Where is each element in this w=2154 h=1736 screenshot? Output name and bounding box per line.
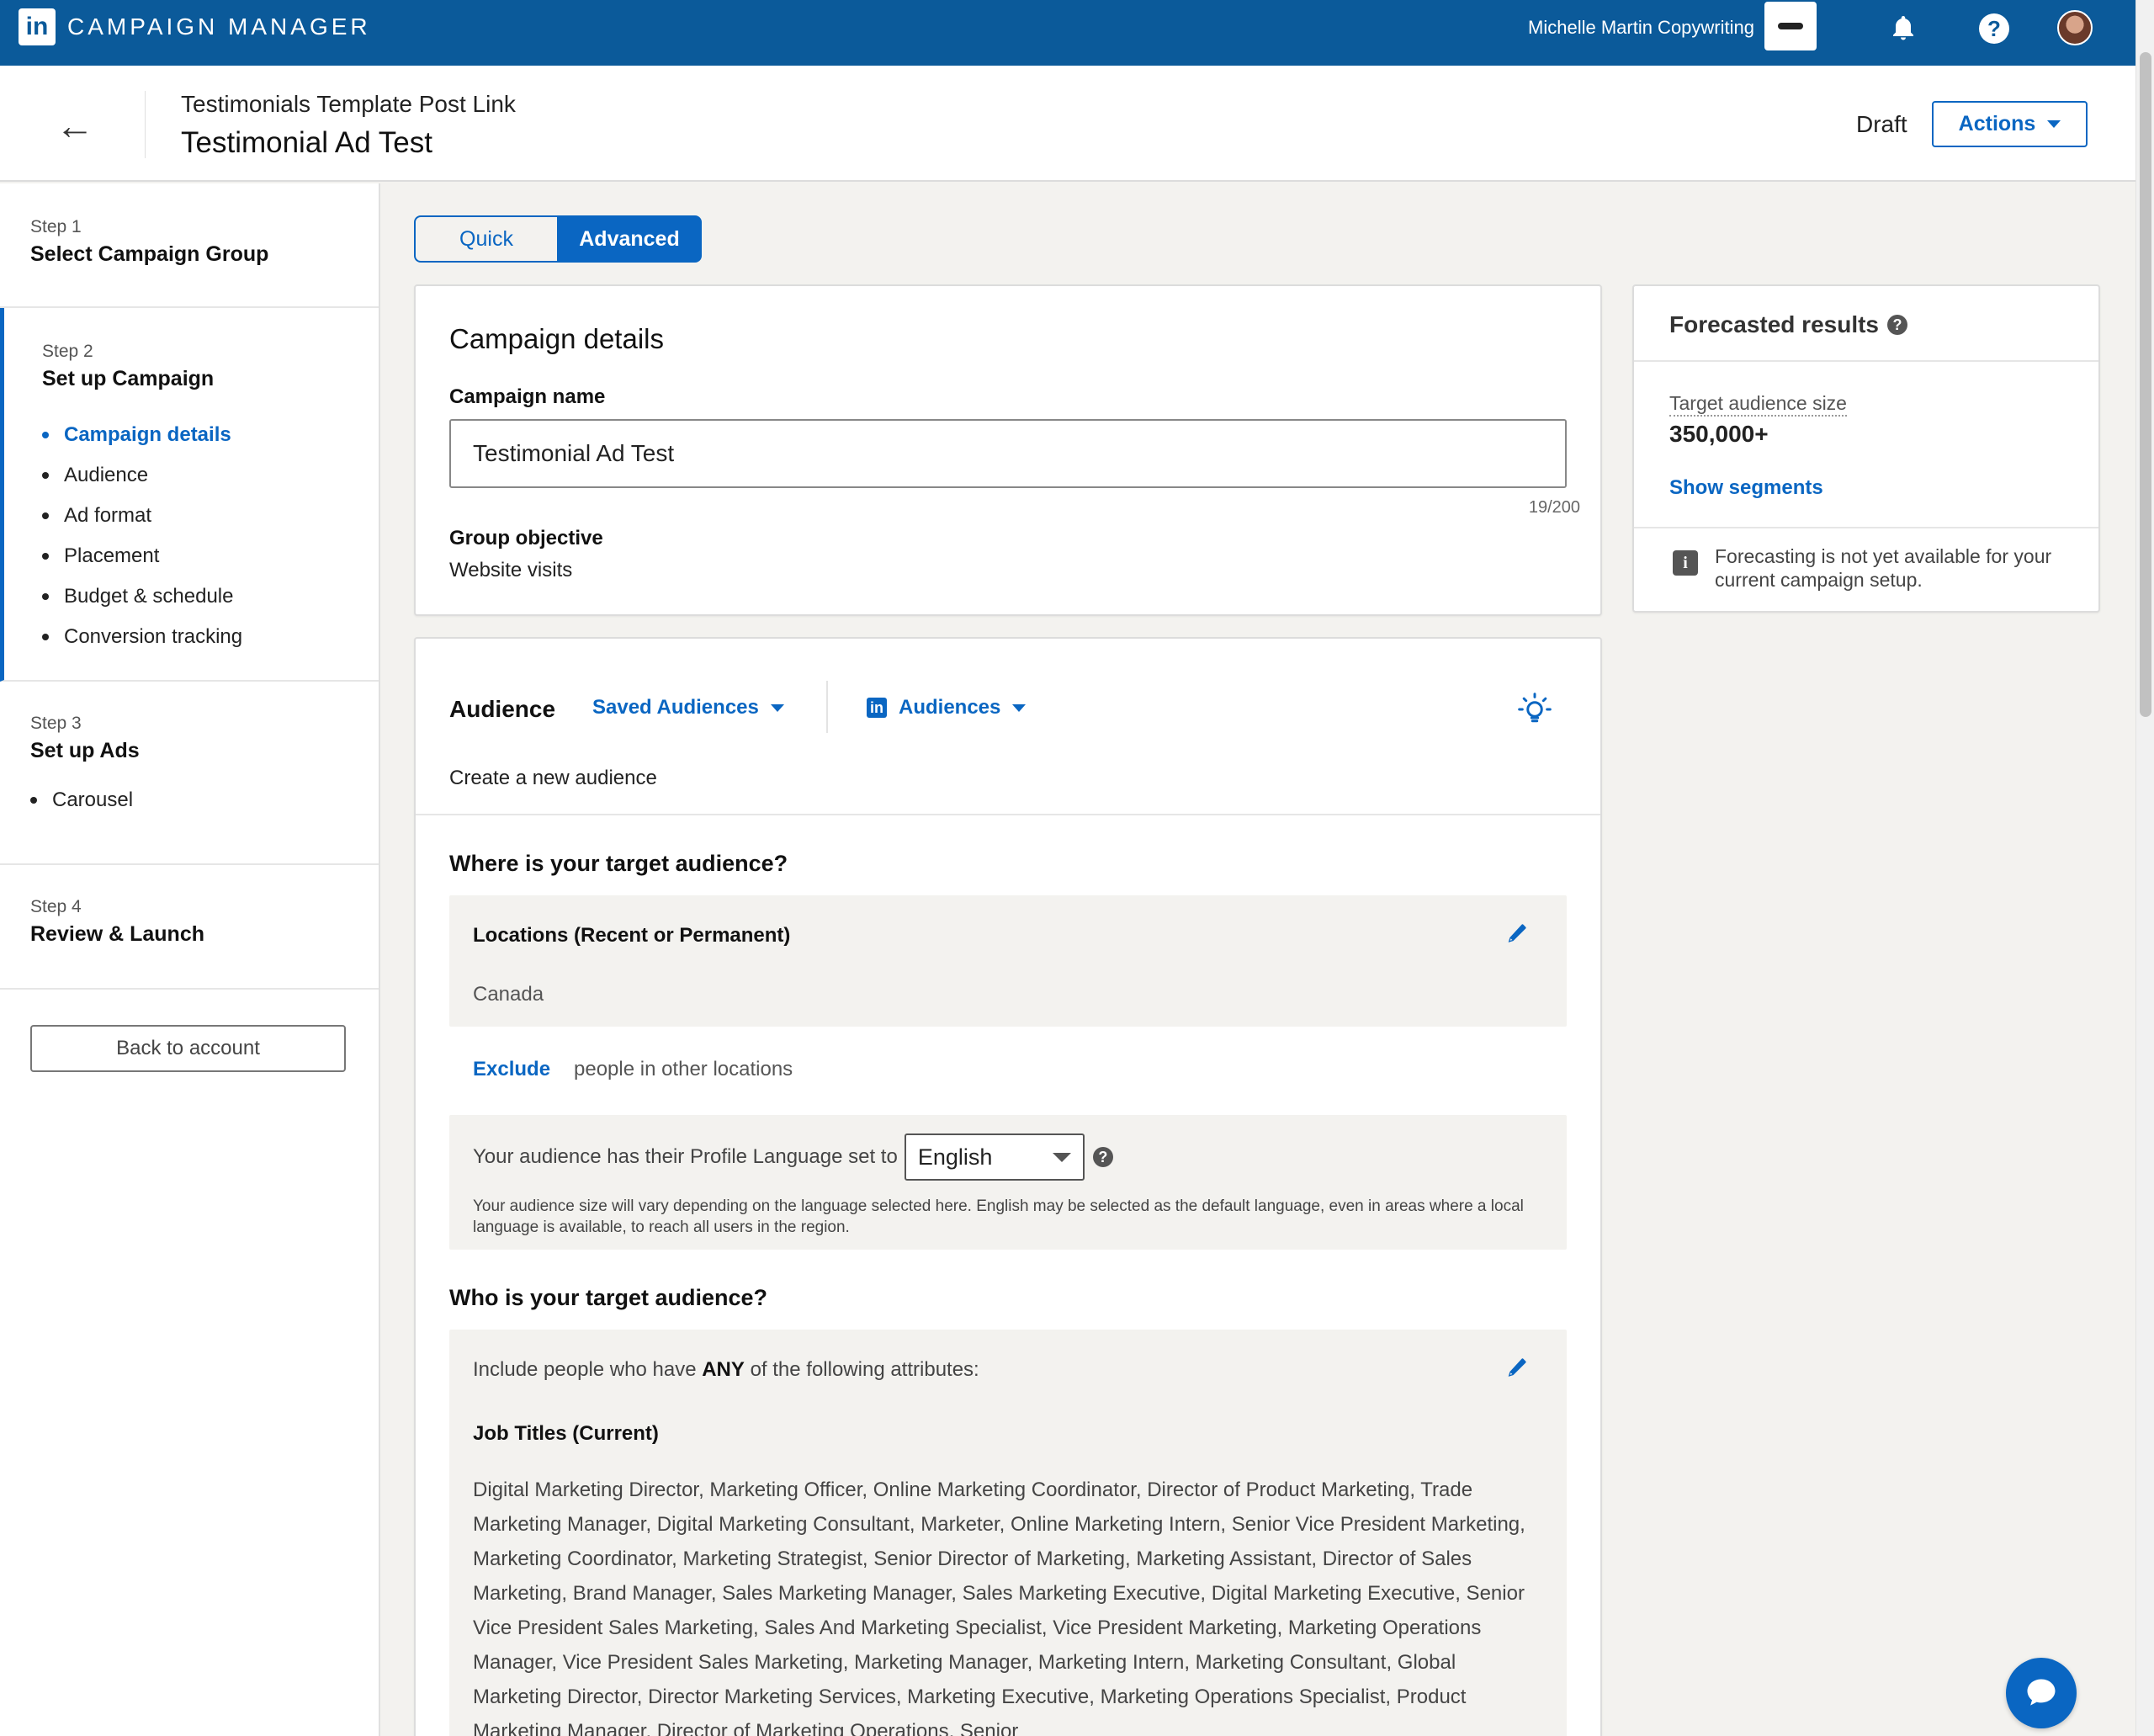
step-number: Step 2 bbox=[42, 342, 93, 361]
language-select[interactable]: English bbox=[904, 1133, 1085, 1181]
language-prefix: Your audience has their Profile Language… bbox=[473, 1145, 898, 1168]
edit-pencil-icon[interactable] bbox=[1504, 922, 1528, 946]
divider bbox=[416, 814, 1600, 815]
page-title: Testimonial Ad Test bbox=[181, 126, 432, 159]
audience-size-value: 350,000+ bbox=[1669, 421, 1769, 447]
saved-audiences-dropdown[interactable]: Saved Audiences bbox=[592, 696, 784, 719]
scrollbar[interactable] bbox=[2135, 0, 2154, 1736]
help-icon[interactable]: ? bbox=[1977, 12, 2011, 45]
status-badge: Draft bbox=[1856, 111, 1907, 137]
avatar[interactable] bbox=[2057, 10, 2093, 45]
audience-card: Audience Saved Audiences in Audiences Cr… bbox=[414, 637, 1602, 1736]
campaign-name-input[interactable]: Testimonial Ad Test bbox=[449, 419, 1567, 488]
step-title: Select Campaign Group bbox=[30, 242, 269, 266]
substep-campaign-details[interactable]: Campaign details bbox=[42, 415, 379, 455]
substep-placement[interactable]: Placement bbox=[42, 536, 379, 576]
scrollbar-thumb[interactable] bbox=[2140, 52, 2151, 717]
step-2[interactable]: Step 2 Set up Campaign Campaign details … bbox=[0, 308, 379, 682]
chevron-down-icon bbox=[1012, 703, 1027, 712]
campaign-name-label: Campaign name bbox=[449, 385, 606, 408]
chat-button[interactable] bbox=[2006, 1658, 2077, 1728]
info-icon: i bbox=[1673, 550, 1698, 576]
chevron-down-icon bbox=[2047, 120, 2061, 128]
substep-budget-schedule[interactable]: Budget & schedule bbox=[42, 576, 379, 617]
account-name[interactable]: Michelle Martin Copywriting bbox=[1528, 17, 1754, 39]
step-number: Step 4 bbox=[30, 897, 82, 916]
step-4[interactable]: Step 4 Review & Launch bbox=[0, 865, 379, 990]
exclude-note: people in other locations bbox=[574, 1058, 793, 1080]
divider bbox=[1634, 527, 2098, 528]
chevron-down-icon bbox=[770, 703, 784, 712]
edit-pencil-icon[interactable] bbox=[1504, 1356, 1528, 1380]
step-title: Review & Launch bbox=[30, 922, 204, 946]
forecast-note: Forecasting is not yet available for you… bbox=[1715, 545, 2052, 591]
step-title: Set up Ads bbox=[30, 739, 140, 762]
audience-heading: Audience bbox=[449, 696, 556, 722]
group-objective-value: Website visits bbox=[449, 559, 573, 581]
audience-size-label[interactable]: Target audience size bbox=[1669, 392, 1847, 417]
forecast-card: Forecasted results ? Target audience siz… bbox=[1632, 284, 2100, 613]
question-icon[interactable]: ? bbox=[1092, 1147, 1113, 1167]
actions-button[interactable]: Actions bbox=[1932, 101, 2088, 147]
language-box: Your audience has their Profile Language… bbox=[449, 1115, 1567, 1250]
step-3[interactable]: Step 3 Set up Ads Carousel bbox=[0, 682, 379, 865]
header-divider bbox=[145, 91, 146, 158]
app-name: CAMPAIGN MANAGER bbox=[67, 13, 371, 40]
advanced-mode-button[interactable]: Advanced bbox=[557, 215, 702, 263]
step-1[interactable]: Step 1 Select Campaign Group bbox=[0, 183, 379, 308]
locations-box: Locations (Recent or Permanent) Canada bbox=[449, 895, 1567, 1027]
where-heading: Where is your target audience? bbox=[449, 851, 788, 876]
quick-mode-button[interactable]: Quick bbox=[414, 215, 557, 263]
audiences-dropdown[interactable]: in Audiences bbox=[867, 696, 1027, 719]
substep-carousel[interactable]: Carousel bbox=[30, 780, 379, 820]
chat-bubble-icon bbox=[2027, 1679, 2056, 1706]
locations-label: Locations (Recent or Permanent) bbox=[473, 924, 791, 947]
breadcrumb[interactable]: Testimonials Template Post Link bbox=[181, 91, 516, 118]
campaign-details-card: Campaign details Campaign name Testimoni… bbox=[414, 284, 1602, 616]
steps-sidebar: Step 1 Select Campaign Group Step 2 Set … bbox=[0, 183, 380, 1736]
character-counter: 19/200 bbox=[1528, 498, 1580, 517]
card-heading: Campaign details bbox=[449, 323, 664, 354]
back-arrow-icon[interactable]: ← bbox=[56, 106, 94, 145]
step-number: Step 3 bbox=[30, 714, 82, 733]
actions-label: Actions bbox=[1958, 112, 2036, 135]
attributes-box: Include people who have ANY of the follo… bbox=[449, 1330, 1567, 1736]
question-icon[interactable]: ? bbox=[1887, 315, 1907, 335]
job-titles-value: Digital Marketing Director, Marketing Of… bbox=[473, 1479, 1525, 1736]
job-titles-label: Job Titles (Current) bbox=[473, 1422, 659, 1445]
account-logo[interactable] bbox=[1764, 2, 1817, 50]
back-to-account-button[interactable]: Back to account bbox=[30, 1025, 346, 1072]
divider bbox=[1634, 360, 2098, 362]
bell-icon[interactable] bbox=[1886, 12, 1920, 45]
include-rule: Include people who have ANY of the follo… bbox=[473, 1358, 979, 1381]
create-audience-link[interactable]: Create a new audience bbox=[449, 767, 657, 790]
top-nav: in CAMPAIGN MANAGER Michelle Martin Copy… bbox=[0, 0, 2135, 66]
step-title: Set up Campaign bbox=[42, 367, 215, 390]
linkedin-logo-icon[interactable]: in bbox=[19, 8, 56, 45]
campaign-header: ← Testimonials Template Post Link Testim… bbox=[0, 66, 2135, 182]
language-row: Your audience has their Profile Language… bbox=[473, 1133, 1113, 1181]
mode-toggle: Quick Advanced bbox=[414, 215, 702, 263]
group-objective-label: Group objective bbox=[449, 527, 603, 549]
step-number: Step 1 bbox=[30, 217, 82, 236]
substep-ad-format[interactable]: Ad format bbox=[42, 496, 379, 536]
forecast-title: Forecasted results ? bbox=[1669, 311, 1907, 338]
linkedin-icon: in bbox=[867, 698, 887, 718]
divider bbox=[826, 681, 828, 733]
substep-audience[interactable]: Audience bbox=[42, 455, 379, 496]
locations-value: Canada bbox=[473, 983, 544, 1006]
who-heading: Who is your target audience? bbox=[449, 1285, 768, 1310]
show-segments-link[interactable]: Show segments bbox=[1669, 476, 1823, 500]
chevron-down-icon bbox=[1052, 1152, 1071, 1162]
exclude-link[interactable]: Exclude bbox=[473, 1058, 550, 1081]
lightbulb-icon[interactable] bbox=[1516, 691, 1553, 728]
substep-conversion-tracking[interactable]: Conversion tracking bbox=[42, 617, 379, 657]
language-note: Your audience size will vary depending o… bbox=[473, 1197, 1524, 1237]
